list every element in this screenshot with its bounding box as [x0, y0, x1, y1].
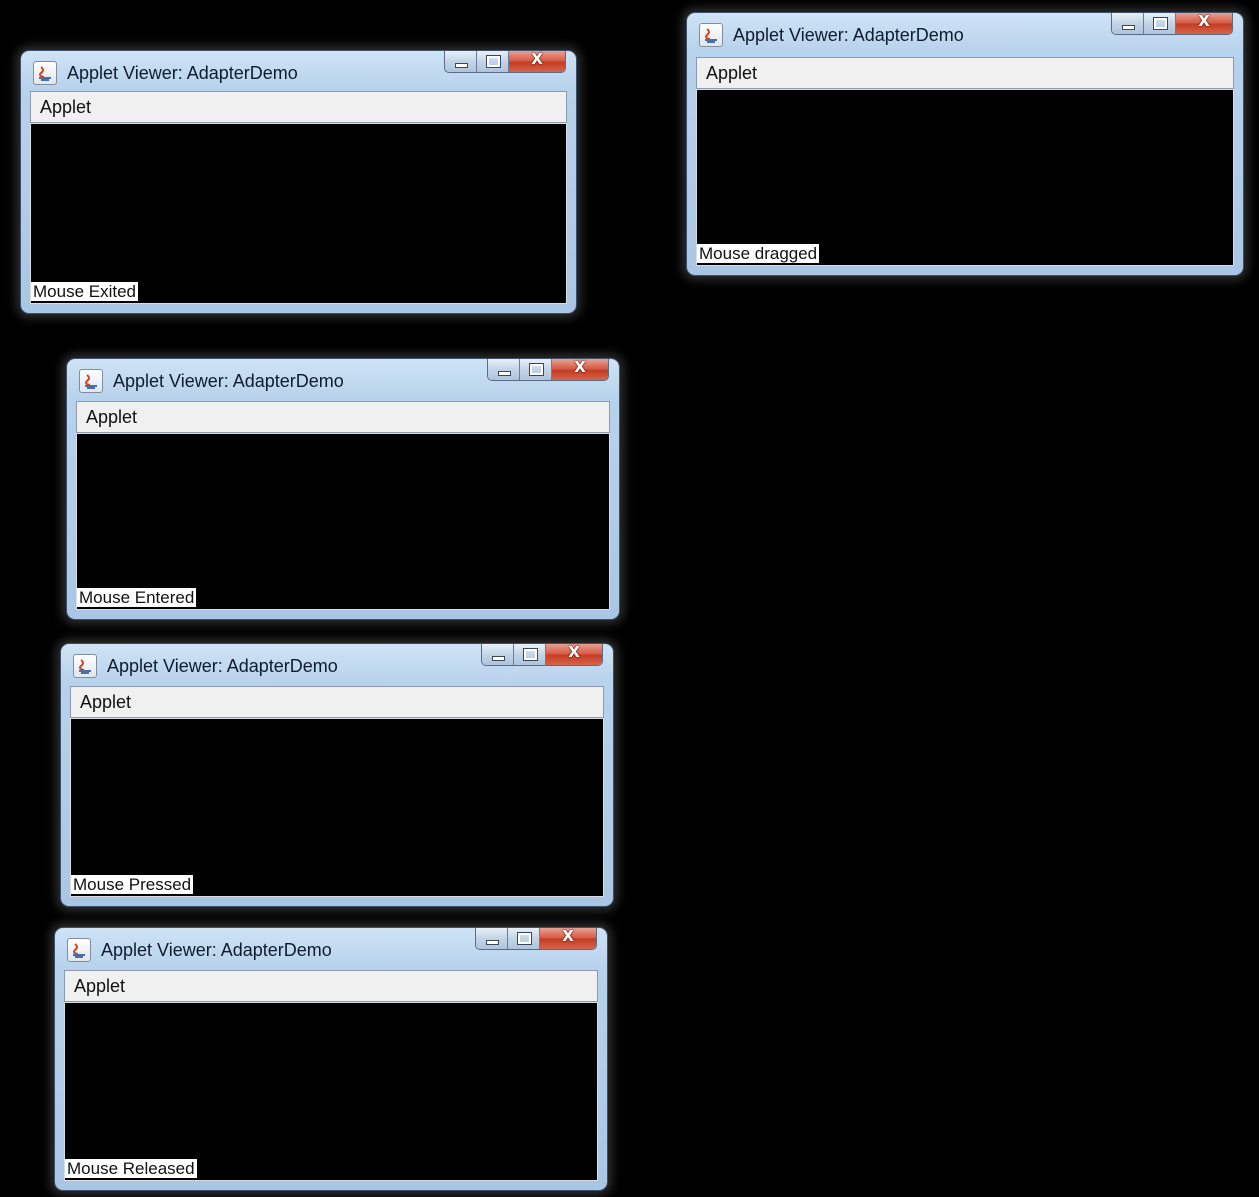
applet-canvas[interactable]: Mouse dragged: [696, 89, 1234, 266]
applet-canvas[interactable]: Mouse Pressed: [70, 718, 604, 897]
window-title: Applet Viewer: AdapterDemo: [67, 63, 298, 83]
minimize-button[interactable]: [482, 644, 514, 665]
menu-bar: Applet: [76, 401, 610, 433]
window-controls: X: [1111, 13, 1233, 35]
window-controls: X: [475, 928, 597, 950]
window-controls: X: [444, 51, 566, 73]
window-title: Applet Viewer: AdapterDemo: [113, 371, 344, 391]
applet-window-dragged: Applet Viewer: AdapterDemo X Applet Mous…: [686, 12, 1244, 276]
menu-bar: Applet: [70, 686, 604, 718]
java-icon: [699, 23, 723, 47]
menu-applet[interactable]: Applet: [74, 976, 125, 997]
minimize-button[interactable]: [445, 51, 477, 72]
applet-window-pressed: Applet Viewer: AdapterDemo X Applet Mous…: [60, 643, 614, 907]
title-bar[interactable]: Applet Viewer: AdapterDemo X: [687, 13, 1243, 53]
menu-bar: Applet: [64, 970, 598, 1002]
status-message: Mouse Exited: [31, 282, 138, 301]
close-button[interactable]: X: [509, 51, 565, 72]
menu-bar: Applet: [696, 57, 1234, 89]
applet-window-entered: Applet Viewer: AdapterDemo X Applet Mous…: [66, 358, 620, 620]
applet-canvas[interactable]: Mouse Entered: [76, 433, 610, 610]
java-icon: [33, 61, 57, 85]
window-title: Applet Viewer: AdapterDemo: [101, 940, 332, 960]
title-bar[interactable]: Applet Viewer: AdapterDemo X: [21, 51, 576, 91]
maximize-button[interactable]: [520, 359, 552, 380]
java-icon: [67, 938, 91, 962]
status-message: Mouse Pressed: [71, 875, 194, 894]
title-bar[interactable]: Applet Viewer: AdapterDemo X: [55, 928, 607, 968]
close-icon: X: [562, 928, 574, 945]
status-message: Mouse dragged: [697, 244, 820, 263]
close-icon: X: [531, 51, 543, 68]
status-message: Mouse Entered: [77, 588, 197, 607]
menu-applet[interactable]: Applet: [80, 692, 131, 713]
applet-window-released: Applet Viewer: AdapterDemo X Applet Mous…: [54, 927, 608, 1191]
maximize-button[interactable]: [477, 51, 509, 72]
applet-canvas[interactable]: Mouse Exited: [30, 123, 567, 304]
minimize-button[interactable]: [476, 928, 508, 949]
close-icon: X: [574, 359, 586, 376]
java-icon: [79, 369, 103, 393]
close-icon: X: [1198, 13, 1210, 30]
close-button[interactable]: X: [540, 928, 596, 949]
title-bar[interactable]: Applet Viewer: AdapterDemo X: [67, 359, 619, 399]
window-title: Applet Viewer: AdapterDemo: [733, 25, 964, 45]
applet-window-exited: Applet Viewer: AdapterDemo X Applet Mous…: [20, 50, 577, 314]
menu-applet[interactable]: Applet: [86, 407, 137, 428]
java-icon: [73, 654, 97, 678]
maximize-button[interactable]: [514, 644, 546, 665]
close-button[interactable]: X: [552, 359, 608, 380]
close-icon: X: [568, 644, 580, 661]
maximize-button[interactable]: [1144, 13, 1176, 34]
title-bar[interactable]: Applet Viewer: AdapterDemo X: [61, 644, 613, 684]
window-controls: X: [481, 644, 603, 666]
maximize-button[interactable]: [508, 928, 540, 949]
close-button[interactable]: X: [1176, 13, 1232, 34]
status-message: Mouse Released: [65, 1159, 197, 1178]
menu-applet[interactable]: Applet: [706, 63, 757, 84]
window-controls: X: [487, 359, 609, 381]
menu-applet[interactable]: Applet: [40, 97, 91, 118]
minimize-button[interactable]: [488, 359, 520, 380]
applet-canvas[interactable]: Mouse Released: [64, 1002, 598, 1181]
menu-bar: Applet: [30, 91, 567, 123]
window-title: Applet Viewer: AdapterDemo: [107, 656, 338, 676]
minimize-button[interactable]: [1112, 13, 1144, 34]
close-button[interactable]: X: [546, 644, 602, 665]
